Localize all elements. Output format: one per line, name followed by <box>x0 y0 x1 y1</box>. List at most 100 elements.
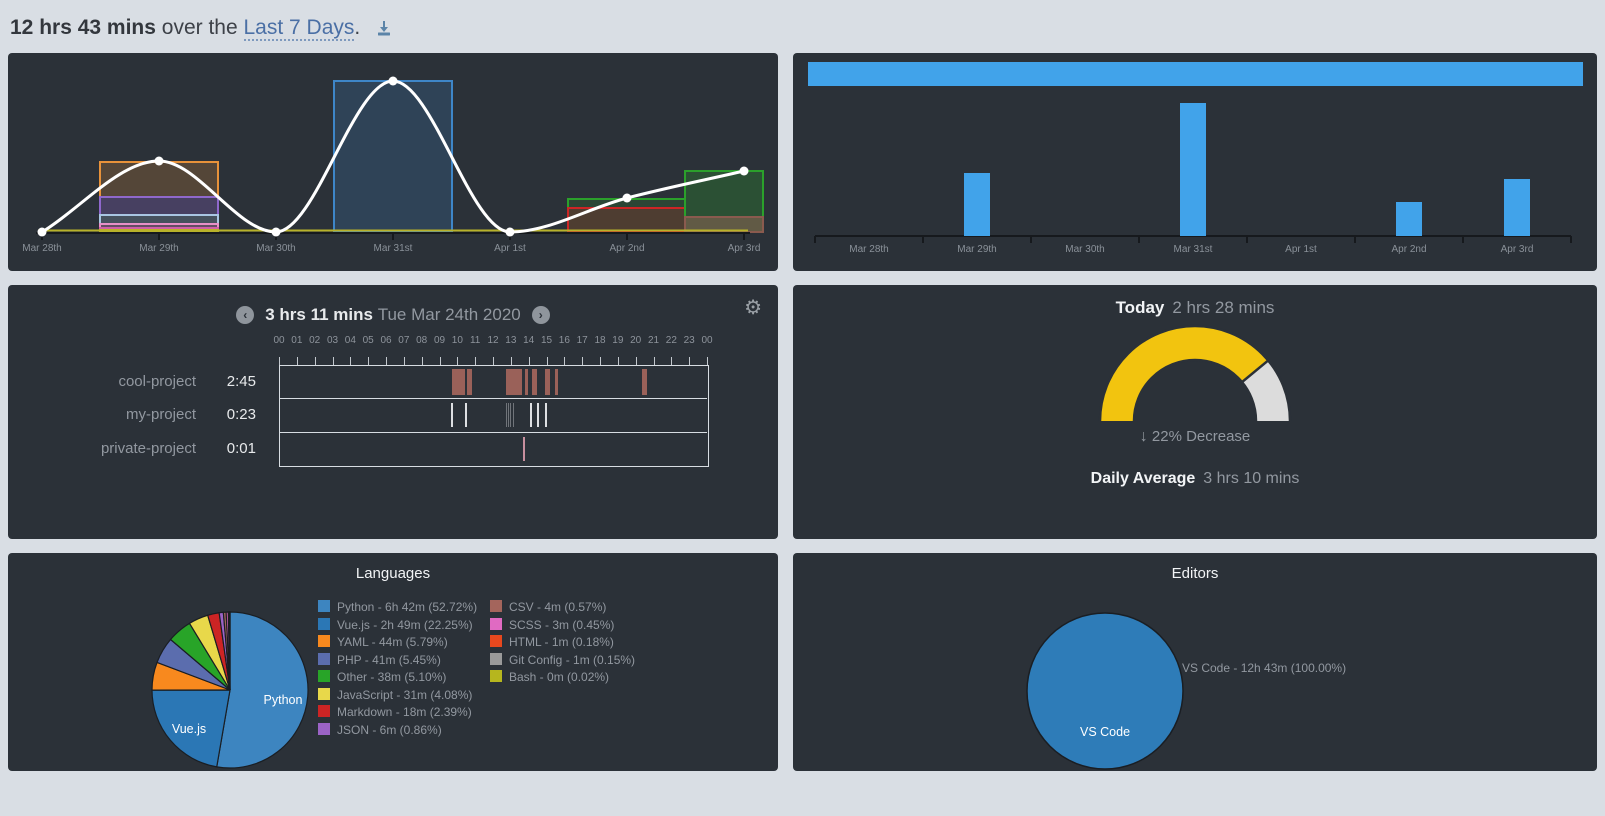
panel-weekly-activity: Mar 28th Mar 29th Mar 30th Mar 31st Apr 1st A… <box>8 53 778 271</box>
timeline-hour-label: 22 <box>665 335 677 346</box>
languages-pie-svg <box>151 611 309 769</box>
today-gauge-chart <box>1055 318 1335 430</box>
legend-item: PHP - 41m (5.45%) <box>318 652 490 670</box>
activity-segment <box>531 369 537 395</box>
next-day-button[interactable]: › <box>531 306 550 324</box>
panel-daily-totals: Mar 28th Mar 29th Mar 30th Mar 31st Apr 1st A… <box>793 53 1597 271</box>
timeline-hour-tick <box>600 357 601 365</box>
x-axis-label: Apr 2nd <box>1391 244 1426 255</box>
timeline-hour-label: 00 <box>273 335 285 346</box>
legend-swatch <box>490 670 502 682</box>
timeline-hour-tick <box>671 357 673 365</box>
x-axis-label: Apr 3rd <box>728 243 761 254</box>
timeline-hour-label: 20 <box>630 335 642 346</box>
weekly-activity-area-chart: Mar 28th Mar 29th Mar 30th Mar 31st Apr 1st A… <box>8 53 778 270</box>
legend-text: Vue.js - 2h 49m (22.25%) <box>337 617 473 632</box>
legend-item: JSON - 6m (0.86%) <box>318 722 490 740</box>
x-axis-label: Apr 3rd <box>1501 244 1534 255</box>
activity-segment <box>529 403 532 428</box>
project-duration: 2:45 <box>226 373 256 390</box>
activity-segment <box>544 369 550 395</box>
timeline-hour-tick <box>493 357 494 365</box>
activity-segment-faint <box>507 403 509 428</box>
data-point <box>622 193 632 203</box>
timeline-hour-label: 14 <box>523 335 535 346</box>
legend-swatch <box>318 670 330 682</box>
today-value: 2 hrs 28 mins <box>1172 298 1275 317</box>
legend-text: JavaScript - 31m (4.08%) <box>337 687 473 702</box>
legend-text: VS Code - 12h 43m (100.00%) <box>1182 661 1347 675</box>
timeline-hour-tick <box>332 357 334 365</box>
timeline-hour-tick <box>439 357 441 365</box>
timeline-row[interactable] <box>280 366 706 398</box>
timeline-hour-tick <box>635 357 637 365</box>
dashboard-grid: Mar 28th Mar 29th Mar 30th Mar 31st Apr 1st A… <box>8 53 1597 771</box>
pie-slice <box>151 689 231 768</box>
today-row: Today 2 hrs 28 mins <box>1116 298 1275 318</box>
legend-swatch <box>490 635 502 647</box>
activity-segment <box>505 369 522 395</box>
timeline-title: 3 hrs 11 mins Tue Mar 24th 2020 <box>265 305 520 325</box>
daily-totals-bar-chart: Mar 28th Mar 29th Mar 30th Mar 31st Apr 1st A… <box>793 53 1597 270</box>
timeline-hour-tick <box>368 357 370 365</box>
legend-item: VS Code - 12h 43m (100.00%) <box>1163 660 1346 678</box>
legend-swatch <box>318 617 330 630</box>
x-axis-label: Apr 2nd <box>609 243 644 254</box>
timeline-hour-label: 00 <box>701 335 713 346</box>
legend-text: HTML - 1m (0.18%) <box>509 635 614 649</box>
panel-day-timeline: ‹ 3 hrs 11 mins Tue Mar 24th 2020 › ⚙ 00… <box>8 285 778 539</box>
settings-gear-icon[interactable]: ⚙ <box>744 295 762 320</box>
timeline-hour-label: 02 <box>309 335 321 346</box>
pie-slice <box>1026 612 1184 770</box>
data-point <box>154 156 164 166</box>
legend-item: Bash - 0m (0.02%) <box>490 669 635 687</box>
legend-swatch <box>318 705 330 717</box>
timeline-hour-label: 19 <box>612 335 624 346</box>
x-axis-label: Mar 28th <box>22 243 61 254</box>
daily-bar <box>1504 179 1530 236</box>
timeline-hour-label: 15 <box>540 335 553 346</box>
daily-average-row: Daily Average 3 hrs 10 mins <box>1091 470 1300 488</box>
prev-day-button[interactable]: ‹ <box>236 306 255 324</box>
data-point <box>739 166 749 176</box>
legend-text: Python - 6h 42m (52.72%) <box>337 600 478 614</box>
legend-swatch <box>318 687 330 700</box>
project-duration: 0:01 <box>226 439 256 457</box>
x-axis-label: Mar 28th <box>849 244 888 255</box>
delta-text: 22% Decrease <box>1151 428 1251 445</box>
timeline-date: Tue Mar 24th 2020 <box>377 305 521 324</box>
daily-bar <box>1180 103 1206 236</box>
timeline-row[interactable] <box>280 433 706 465</box>
activity-segment <box>536 403 539 428</box>
decrease-arrow-icon: ↓ <box>1139 428 1148 445</box>
timeline-hour-label: 03 <box>326 335 339 346</box>
download-icon[interactable] <box>376 20 392 36</box>
timeline-row[interactable] <box>280 399 706 431</box>
x-axis-label: Mar 29th <box>957 244 996 255</box>
legend-text: SCSS - 3m (0.45%) <box>509 617 615 632</box>
legend-text: PHP - 41m (5.45%) <box>337 652 441 667</box>
legend-item: YAML - 44m (5.79%) <box>318 634 490 652</box>
timeline-hour-label: 21 <box>647 335 660 346</box>
timeline-hour-label: 05 <box>362 335 374 346</box>
legend-text: Markdown - 18m (2.39%) <box>337 705 472 719</box>
legend-text: JSON - 6m (0.86%) <box>337 722 442 737</box>
timeline-hour-label: 01 <box>291 335 303 346</box>
delta-row: ↓ 22% Decrease <box>1140 428 1251 446</box>
language-stack-bar <box>99 214 219 225</box>
project-timeline: 00 01 02 03 04 05 06 07 08 09 10 11 12 13 14 15 16 17 18 19… <box>8 325 778 539</box>
legend-swatch <box>318 635 330 647</box>
x-axis-label: Apr 1st <box>1285 244 1317 255</box>
timeline-hour-label: 04 <box>344 335 356 346</box>
data-point <box>388 76 398 86</box>
activity-segment <box>522 436 525 461</box>
x-axis-label: Apr 1st <box>494 243 526 254</box>
language-stack-bar <box>333 80 453 233</box>
data-point <box>37 227 47 237</box>
date-range-link[interactable]: Last 7 Days <box>243 16 355 41</box>
activity-segment-faint <box>512 403 514 428</box>
dashboard-page: 12 hrs 43 mins over the Last 7 Days. Mar… <box>0 0 1605 779</box>
timeline-hour-tick <box>421 357 423 365</box>
editors-title: Editors <box>1171 565 1219 582</box>
x-axis-label: Mar 29th <box>139 243 178 254</box>
